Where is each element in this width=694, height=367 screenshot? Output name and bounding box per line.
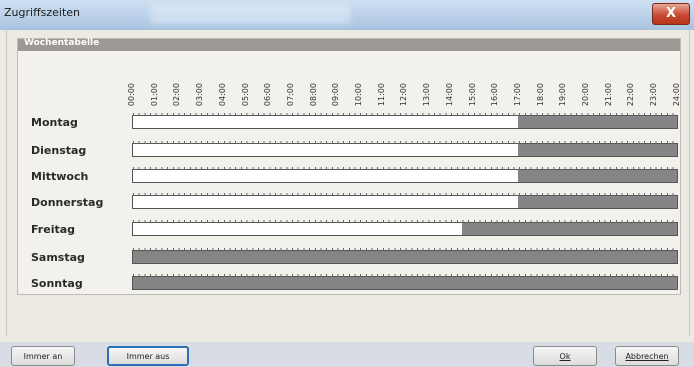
hour-label: 23:00 (649, 83, 659, 107)
day-label-freitag: Freitag (31, 223, 76, 236)
close-icon: X (665, 6, 677, 21)
title-bar[interactable]: Zugriffszeiten X (0, 0, 694, 30)
hour-label: 18:00 (535, 83, 545, 107)
week-table-group: Wochentabelle 00:00 01:00 02:00 03:00 04:00 0… (17, 38, 681, 295)
time-bar-mittwoch[interactable] (132, 167, 678, 183)
hour-label: 09:00 (331, 83, 341, 107)
ok-button[interactable]: Ok (533, 346, 597, 366)
allowed-time-fill (133, 223, 462, 235)
hour-label: 19:00 (558, 83, 568, 107)
hour-label: 06:00 (263, 83, 273, 107)
time-bar-samstag[interactable] (132, 248, 678, 264)
time-bar-donnerstag[interactable] (132, 193, 678, 209)
hour-label: 02:00 (172, 83, 182, 107)
day-label-dienstag: Dienstag (31, 144, 87, 157)
time-bar-sonntag[interactable] (132, 274, 678, 290)
hour-label: 15:00 (467, 83, 477, 107)
always-on-button[interactable]: Immer an (11, 346, 75, 366)
hour-label: 14:00 (444, 83, 454, 107)
hour-label: 00:00 (127, 83, 136, 107)
hour-label: 16:00 (490, 83, 500, 107)
hour-label: 01:00 (149, 83, 159, 107)
day-label-mittwoch: Mittwoch (31, 170, 89, 183)
hour-label: 04:00 (217, 83, 227, 107)
hour-label: 22:00 (626, 83, 636, 107)
hour-label: 20:00 (581, 83, 590, 107)
hour-label: 10:00 (354, 83, 363, 107)
day-label-montag: Montag (31, 116, 78, 129)
day-label-sonntag: Sonntag (31, 277, 83, 290)
group-title: Wochentabelle (24, 38, 100, 48)
window-title: Zugriffszeiten (4, 6, 81, 19)
group-header: Wochentabelle (18, 38, 680, 51)
hour-label: 13:00 (422, 83, 432, 107)
hour-label: 11:00 (376, 83, 386, 107)
day-label-samstag: Samstag (31, 251, 85, 264)
hour-label: 08:00 (308, 83, 318, 107)
hour-label: 21:00 (603, 83, 613, 107)
hour-label: 03:00 (195, 83, 205, 107)
time-bar-freitag[interactable] (132, 220, 678, 236)
dialog-window: Zugriffszeiten X Wochentabelle 00:00 01:0… (0, 0, 694, 366)
time-bar-montag[interactable] (132, 113, 678, 129)
hour-label: 17:00 (512, 83, 522, 107)
tick-marks (133, 248, 677, 251)
hour-label: 07:00 (285, 83, 295, 107)
cancel-button[interactable]: Abbrechen (615, 346, 679, 366)
allowed-time-fill (133, 196, 519, 208)
day-label-donnerstag: Donnerstag (31, 196, 104, 209)
tick-marks (133, 274, 677, 277)
close-button[interactable]: X (652, 3, 690, 25)
allowed-time-fill (133, 116, 519, 128)
always-off-button[interactable]: Immer aus (107, 346, 189, 366)
title-bar-blur (150, 4, 350, 24)
dialog-client-area: Wochentabelle 00:00 01:00 02:00 03:00 04:00 0… (6, 30, 690, 366)
hour-label: 12:00 (399, 83, 409, 107)
hour-label: 24:00 (671, 83, 681, 107)
allowed-time-fill (133, 144, 519, 156)
hour-label: 05:00 (240, 83, 250, 107)
time-bar-dienstag[interactable] (132, 141, 678, 157)
allowed-time-fill (133, 170, 519, 182)
